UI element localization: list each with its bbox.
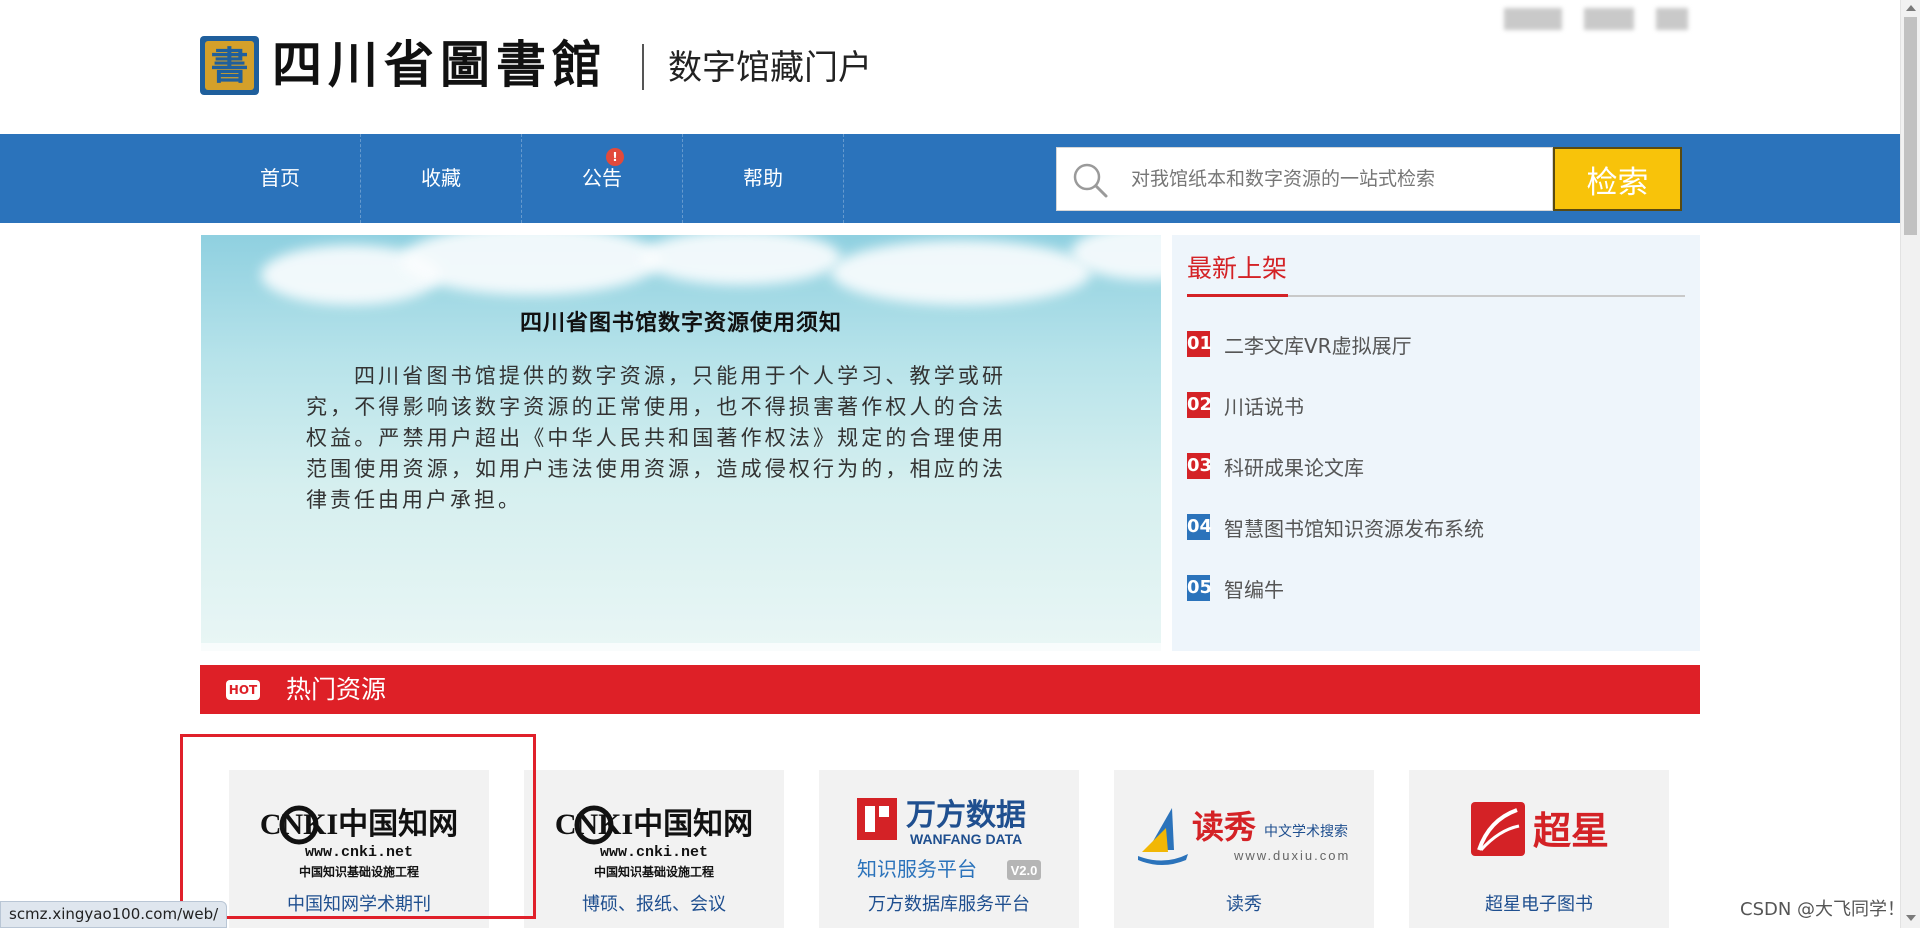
latest-item-number: 05 <box>1187 575 1212 601</box>
site-header: 書 四川省圖書館 数字馆藏门户 <box>0 0 1920 134</box>
library-logo-icon[interactable]: 書 <box>200 36 259 95</box>
resource-label[interactable]: 万方数据库服务平台 <box>819 890 1079 920</box>
resource-label[interactable]: 读秀 <box>1114 890 1374 920</box>
resource-card-wanfang[interactable]: 万方数据 WANFANG DATA 知识服务平台 V2.0 万方数据库服务平台 <box>819 770 1079 928</box>
hot-resources-bar: HOT 热门资源 <box>200 665 1700 714</box>
search-button[interactable]: 检索 <box>1553 147 1682 211</box>
blurred-link[interactable] <box>1656 8 1688 30</box>
resource-card-chaoxing[interactable]: 超星 超星电子图书 <box>1409 770 1669 928</box>
cnki-logo-icon: CNKI中国知网 www.cnki.net 中国知识基础设施工程 <box>555 805 753 879</box>
latest-item-number: 01 <box>1187 331 1212 357</box>
header-divider <box>642 44 644 90</box>
latest-item-number: 03 <box>1187 453 1212 479</box>
logo-sub-text: 中国知识基础设施工程 <box>594 864 714 879</box>
logo-url-text: www.duxiu.com <box>1233 848 1350 863</box>
logo-sub-text: 中文学术搜索 <box>1264 823 1348 840</box>
duxiu-logo-icon: 读秀 中文学术搜索 www.duxiu.com <box>1138 808 1350 865</box>
logo-main-text: 超星 <box>1533 808 1609 853</box>
wanfang-logo-icon: 万方数据 WANFANG DATA 知识服务平台 V2.0 <box>857 798 1041 881</box>
nav-item-label: 公告 <box>582 166 622 190</box>
nav-item-announcements[interactable]: 公告 ! <box>522 134 683 223</box>
scroll-up-icon[interactable] <box>1906 5 1916 11</box>
logo-sub-text: 知识服务平台 <box>857 857 977 881</box>
latest-item[interactable]: 02 川话说书 <box>1187 391 1304 419</box>
resource-label[interactable]: 超星电子图书 <box>1409 890 1669 920</box>
nav-item-label: 帮助 <box>743 166 783 190</box>
latest-item[interactable]: 01 二李文库VR虚拟展厅 <box>1187 330 1412 358</box>
cloud-decoration <box>401 235 661 295</box>
banner-bottom-edge <box>201 643 1161 651</box>
portal-title: 数字馆藏门户 <box>668 48 872 88</box>
logo-main-text: 万方数据 <box>906 798 1026 833</box>
notice-text: 四川省图书馆提供的数字资源，只能用于个人学习、教学或研究，不得影响该数字资源的正… <box>306 364 1006 512</box>
logo-en-text: WANFANG DATA <box>910 831 1022 847</box>
blurred-link[interactable] <box>1584 8 1634 30</box>
page-scrollbar[interactable] <box>1900 0 1920 928</box>
latest-item-label: 智编牛 <box>1224 577 1284 602</box>
blurred-user-links[interactable] <box>1504 8 1688 30</box>
latest-item[interactable]: 04 智慧图书馆知识资源发布系统 <box>1187 513 1484 541</box>
latest-title[interactable]: 最新上架 <box>1187 249 1287 285</box>
nav-item-favorites[interactable]: 收藏 <box>361 134 522 223</box>
usage-notice-banner[interactable]: 四川省图书馆数字资源使用须知 四川省图书馆提供的数字资源，只能用于个人学习、教学… <box>201 235 1161 651</box>
latest-item-number: 04 <box>1187 514 1212 540</box>
logo-glyph: 書 <box>205 41 254 90</box>
nav-item-help[interactable]: 帮助 <box>683 134 844 223</box>
latest-item-label: 科研成果论文库 <box>1224 455 1364 480</box>
logo-version-text: V2.0 <box>1011 863 1038 878</box>
latest-item-label: 川话说书 <box>1224 394 1304 419</box>
latest-item[interactable]: 03 科研成果论文库 <box>1187 452 1364 480</box>
hot-resources-title: 热门资源 <box>286 675 387 704</box>
latest-active-underline <box>1187 294 1288 297</box>
scroll-down-icon[interactable] <box>1906 915 1916 921</box>
csdn-watermark: CSDN @大飞同学！ <box>1740 899 1906 920</box>
nav-item-label: 收藏 <box>421 166 461 190</box>
hot-tag-icon: HOT <box>226 680 260 700</box>
notification-badge: ! <box>606 148 624 166</box>
latest-item-label: 智慧图书馆知识资源发布系统 <box>1224 516 1484 541</box>
library-name[interactable]: 四川省圖書館 <box>272 34 608 96</box>
blurred-link[interactable] <box>1504 8 1562 30</box>
cloud-decoration <box>641 235 841 285</box>
nav-item-home[interactable]: 首页 <box>200 134 361 223</box>
resource-card-cnki-theses[interactable]: CNKI中国知网 www.cnki.net 中国知识基础设施工程 博硕、报纸、会… <box>524 770 784 928</box>
resource-label[interactable]: 博硕、报纸、会议 <box>524 890 784 920</box>
logo-main-text: CNKI中国知网 <box>555 808 753 841</box>
scrollbar-thumb[interactable] <box>1904 17 1917 235</box>
latest-panel: 最新上架 01 二李文库VR虚拟展厅 02 川话说书 03 科研成果论文库 04… <box>1172 235 1700 651</box>
resource-card-duxiu[interactable]: 读秀 中文学术搜索 www.duxiu.com 读秀 <box>1114 770 1374 928</box>
cloud-decoration <box>831 240 1091 305</box>
search-icon <box>1073 163 1108 198</box>
chaoxing-logo-icon: 超星 <box>1471 802 1609 856</box>
search-box <box>1056 147 1553 211</box>
search-input[interactable] <box>1131 148 1546 210</box>
nav-item-label: 首页 <box>260 166 300 190</box>
latest-item-label: 二李文库VR虚拟展厅 <box>1224 333 1412 358</box>
browser-status-url: scmz.xingyao100.com/web/ <box>0 901 228 928</box>
logo-url-text: www.cnki.net <box>600 844 708 861</box>
logo-main-text: 读秀 <box>1192 808 1256 846</box>
latest-item[interactable]: 05 智编牛 <box>1187 574 1284 602</box>
notice-title: 四川省图书馆数字资源使用须知 <box>519 311 842 336</box>
highlight-annotation-box <box>180 734 536 919</box>
latest-item-number: 02 <box>1187 392 1212 418</box>
